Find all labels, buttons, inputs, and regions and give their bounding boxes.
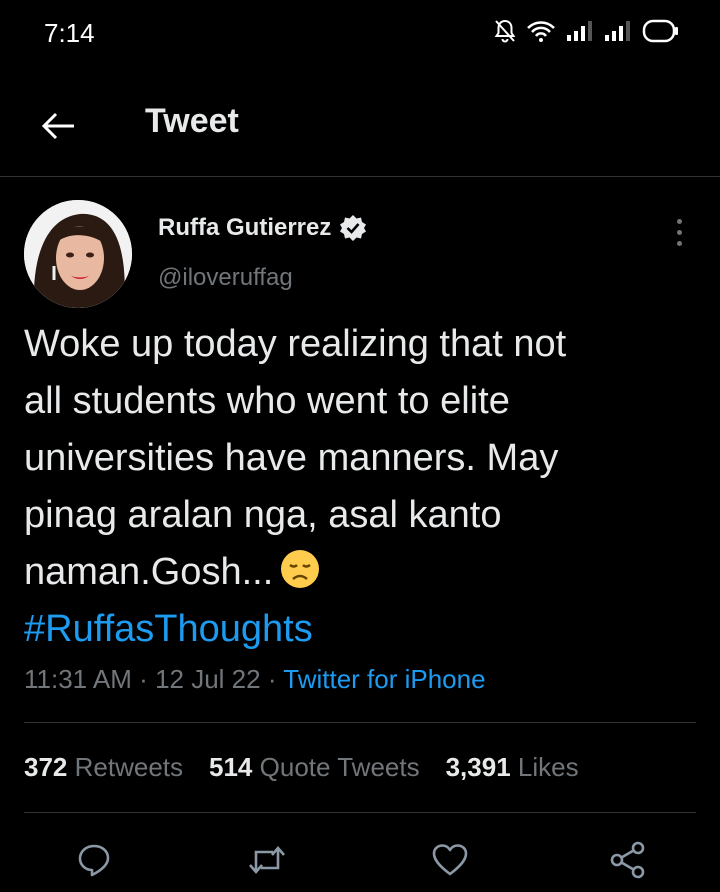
retweets-stat[interactable]: 372 Retweets [24, 752, 183, 783]
reply-icon [78, 844, 110, 877]
share-button[interactable] [606, 838, 650, 882]
retweets-label: Retweets [74, 752, 184, 782]
tweet-text-line: universities have manners. May [24, 437, 559, 479]
divider [24, 812, 696, 813]
signal-icon [567, 21, 592, 41]
retweets-count: 372 [24, 752, 68, 782]
tweet-stats: 372 Retweets 514 Quote Tweets 3,391 Like… [24, 752, 579, 783]
verified-icon [340, 215, 367, 241]
quote-tweets-stat[interactable]: 514 Quote Tweets [209, 752, 420, 783]
likes-label: Likes [517, 752, 579, 782]
tweet-meta: 11:31 AM · 12 Jul 22 · Twitter for iPhon… [24, 664, 486, 695]
like-icon [432, 844, 468, 876]
meta-separator: · [139, 664, 156, 694]
back-button[interactable] [36, 104, 80, 148]
share-icon [610, 841, 645, 879]
likes-stat[interactable]: 3,391 Likes [446, 752, 579, 783]
page-title: Tweet [145, 102, 239, 140]
tweet-text-line: all students who went to elite [24, 380, 510, 422]
meta-separator: · [267, 664, 284, 694]
reply-button[interactable] [72, 838, 116, 882]
status-bar: 7:14 [0, 0, 720, 66]
battery-icon [642, 19, 678, 43]
tweet-date: 12 Jul 22 [155, 664, 261, 694]
tweet-actions [0, 838, 720, 882]
retweet-icon [249, 846, 285, 874]
likes-count: 3,391 [445, 752, 511, 782]
tweet-text-line: naman.Gosh... [24, 551, 274, 593]
tweet-source-link[interactable]: Twitter for iPhone [283, 664, 485, 694]
avatar-image [24, 200, 132, 308]
status-icons [494, 18, 680, 44]
author-handle[interactable]: @iloveruffag [158, 264, 293, 292]
author-name[interactable]: Ruffa Gutierrez [158, 214, 367, 242]
hashtag-link[interactable]: #RuffasThoughts [24, 601, 694, 658]
tweet-text-line: pinag aralan nga, asal kanto [24, 494, 502, 536]
quotes-label: Quote Tweets [259, 752, 420, 782]
top-app-bar: Tweet [0, 92, 720, 177]
signal-icon [605, 21, 630, 41]
divider [24, 722, 696, 723]
retweet-button[interactable] [245, 838, 289, 882]
disappointed-emoji-icon [281, 550, 320, 588]
tweet-text-line: Woke up today realizing that not [24, 323, 567, 365]
avatar[interactable] [24, 200, 132, 308]
tweet-time: 11:31 AM [24, 664, 132, 694]
author-name-text: Ruffa Gutierrez [158, 214, 332, 241]
status-time: 7:14 [44, 18, 95, 48]
back-arrow-icon [41, 112, 74, 140]
like-button[interactable] [428, 838, 472, 882]
wifi-icon [527, 21, 555, 42]
bell-off-icon [494, 19, 516, 43]
more-icon[interactable] [664, 212, 694, 252]
tweet-text: Woke up today realizing that not all stu… [24, 316, 694, 658]
quotes-count: 514 [209, 752, 253, 782]
tweet-text-line-last: naman.Gosh... [24, 544, 694, 601]
